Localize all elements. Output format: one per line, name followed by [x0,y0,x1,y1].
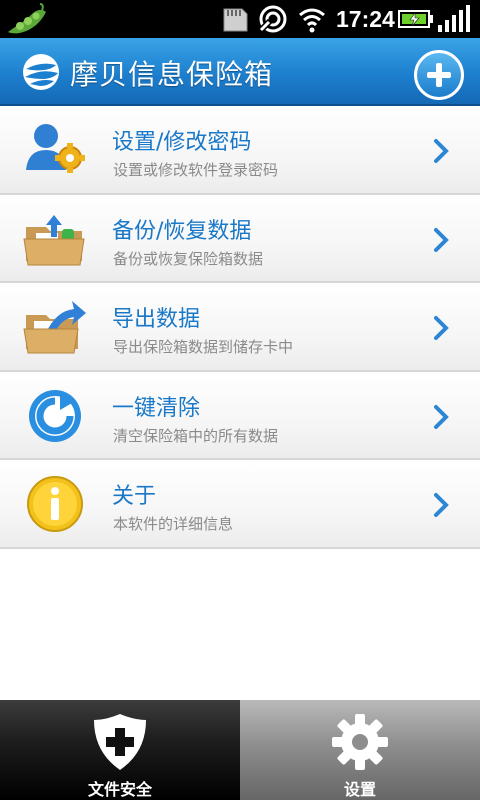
status-bar: 17:24 [0,0,480,38]
menu-item-label: 设置/修改密码 [112,130,252,155]
tab-file-security[interactable]: 文件安全 [0,700,240,800]
chevron-right-icon [434,404,449,429]
refresh-circle-icon [29,389,81,442]
menu-item-desc: 导出保险箱数据到储存卡中 [113,338,294,356]
menu-item-label: 备份/恢复数据 [112,218,252,244]
menu-item-label: 一键清除 [112,395,201,421]
chevron-right-icon [434,227,449,252]
menu-item-export[interactable]: 导出数据 导出保险箱数据到储存卡中 [0,283,480,372]
bottom-nav: 文件安全 设置 [0,700,480,800]
app-logo-icon [23,54,59,90]
gear-icon [332,714,388,770]
folder-export-icon [23,301,86,354]
settings-menu: 设置/修改密码 设置或修改软件登录密码 备份/恢复数据 备份或恢复保险箱数据 导… [0,106,480,549]
menu-item-label: 导出数据 [112,307,201,332]
page-title: 摩贝信息保险箱 [70,58,274,91]
signal-icon [438,5,470,32]
folder-backup-icon [23,214,85,265]
wifi-icon [299,8,325,33]
menu-item-clear[interactable]: 一键清除 清空保险箱中的所有数据 [0,371,480,460]
menu-item-about[interactable]: 关于 本软件的详细信息 [0,460,480,549]
info-icon [27,476,83,532]
tab-settings[interactable]: 设置 [240,700,480,800]
menu-item-backup[interactable]: 备份/恢复数据 备份或恢复保险箱数据 [0,194,480,283]
plus-circle-icon[interactable] [414,50,464,100]
menu-item-desc: 设置或修改软件登录密码 [113,161,279,179]
battery-charging-icon [398,10,433,28]
menu-item-password[interactable]: 设置/修改密码 设置或修改软件登录密码 [0,106,480,195]
chevron-right-icon [434,493,449,517]
chevron-right-icon [434,316,449,340]
tab-label: 文件安全 [87,780,152,799]
pea-app-icon [8,3,46,34]
shield-plus-icon [94,714,146,770]
menu-item-desc: 清空保险箱中的所有数据 [113,426,279,445]
tab-label: 设置 [343,780,376,799]
sd-card-icon [223,8,248,32]
user-gear-icon [26,124,85,173]
chevron-right-icon [434,139,449,163]
gps-icon [259,5,287,33]
menu-item-label: 关于 [112,484,157,509]
menu-item-desc: 备份或恢复保险箱数据 [113,249,264,268]
menu-item-desc: 本软件的详细信息 [113,515,234,533]
status-time: 17:24 [336,6,395,32]
app-header: 摩贝信息保险箱 [0,38,480,106]
